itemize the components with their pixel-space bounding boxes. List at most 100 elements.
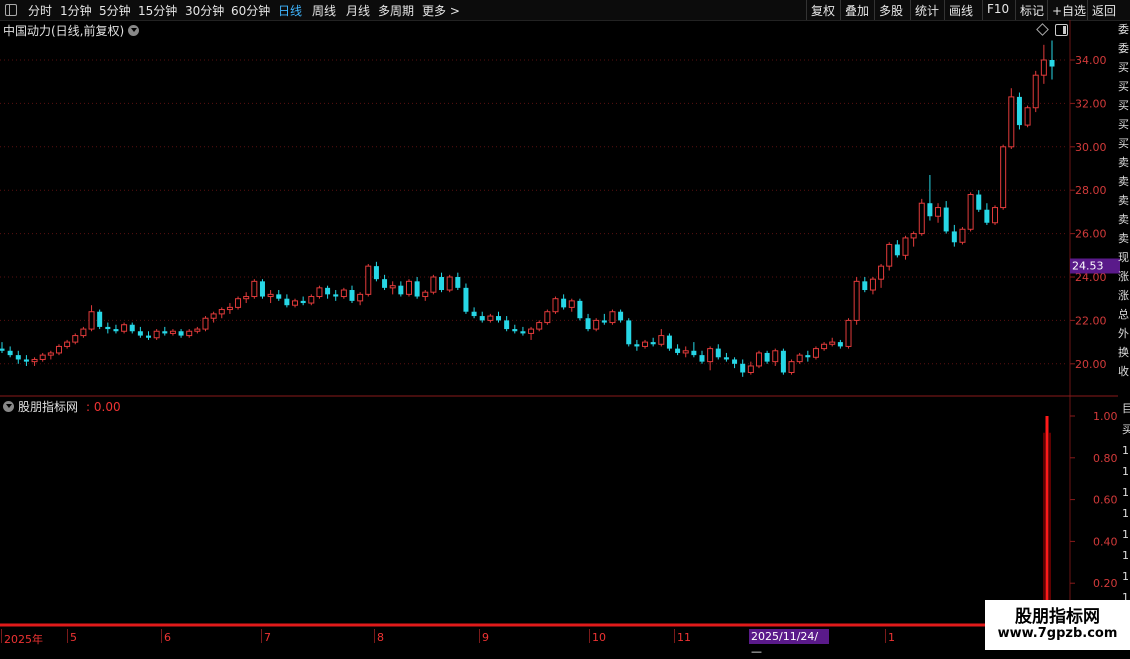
cursor-date-badge: 2025/11/24/— (749, 629, 829, 658)
toolbar-button[interactable]: 返回 (1092, 2, 1116, 19)
date-label: 7 (264, 631, 271, 644)
candle-body (455, 277, 461, 288)
toolbar-button[interactable]: 多股 (879, 2, 903, 19)
candle-body (984, 209, 990, 223)
candle-body (845, 319, 852, 347)
quote-field-label: 委 (1118, 23, 1129, 36)
toolbar-button[interactable]: 统计 (915, 2, 939, 19)
toolbar-button[interactable]: 叠加 (845, 2, 869, 19)
quote-field-label: 目 (1122, 402, 1130, 415)
period-tab[interactable]: 多周期 (378, 2, 414, 19)
quote-field-label: 换 (1118, 346, 1129, 359)
candle-body (780, 350, 786, 373)
candle-body (504, 320, 510, 330)
period-tab[interactable]: 月线 (346, 2, 370, 19)
candle-body (634, 344, 640, 347)
candle-body (1016, 96, 1022, 126)
candle-body (788, 361, 795, 373)
toolbar-button[interactable]: +自选 (1052, 2, 1086, 19)
toolbar-divider (982, 0, 983, 20)
candle-body (755, 352, 762, 367)
main-chart-title[interactable]: 中国动力(日线,前复权) (3, 22, 140, 39)
y-tick-label: 34.00 (1075, 54, 1107, 67)
candle-body (593, 319, 600, 330)
y-tick-label: 22.00 (1075, 314, 1107, 327)
candle-body (976, 194, 982, 210)
candle-body (699, 355, 705, 362)
quote-field-label: 卖 (1118, 175, 1129, 188)
candle-body (1032, 74, 1039, 109)
candle-body (55, 345, 62, 354)
chart-area[interactable]: 34.0032.0030.0028.0026.0024.0022.0020.00… (0, 20, 1130, 629)
chevron-down-icon[interactable] (3, 401, 14, 412)
quote-field-label: 买 (1118, 80, 1129, 93)
date-tick-mark (674, 629, 675, 643)
candle-body (642, 341, 649, 347)
candle-body (325, 287, 331, 295)
candle-body (918, 202, 925, 235)
period-tab[interactable]: 30分钟 (185, 2, 224, 19)
candle-body (430, 276, 437, 293)
period-tab[interactable]: 分时 (28, 2, 52, 19)
indicator-title[interactable]: 股朋指标网: 0.00 (3, 398, 121, 415)
quote-field-label: 收 (1118, 365, 1129, 378)
date-tick-mark (67, 629, 68, 643)
sub-y-tick-label: 0.20 (1093, 577, 1118, 590)
period-tab[interactable]: 更多 > (422, 2, 460, 19)
candle-body (349, 290, 355, 301)
candle-body (121, 324, 128, 332)
period-tab[interactable]: 1分钟 (60, 2, 92, 19)
candle-body (300, 300, 306, 304)
candle-body (15, 355, 21, 360)
candle-body (405, 280, 412, 295)
candle-body (927, 203, 933, 217)
chevron-down-icon[interactable] (128, 25, 140, 36)
candle-body (568, 300, 575, 308)
candle-body (39, 354, 46, 360)
period-tab[interactable]: 15分钟 (138, 2, 177, 19)
candle-body (259, 281, 265, 297)
candle-body (544, 311, 551, 324)
candle-body (146, 335, 152, 338)
layout-toggle-icon[interactable] (5, 4, 17, 16)
candle-body (935, 207, 942, 217)
candle-body (707, 348, 714, 363)
quote-field-label: 卖 (1118, 232, 1129, 245)
candle-body (186, 330, 193, 337)
sub-y-tick-label: 0.40 (1093, 535, 1118, 548)
period-tab[interactable]: 5分钟 (99, 2, 131, 19)
toolbar-button[interactable]: 复权 (811, 2, 835, 19)
toolbar-button[interactable]: 标记 (1020, 2, 1044, 19)
quote-field-label: 买 (1118, 137, 1129, 150)
candle-body (764, 352, 770, 362)
candle-body (308, 296, 315, 304)
period-tab[interactable]: 日线 (278, 2, 302, 19)
toolbar-button[interactable]: F10 (987, 2, 1009, 16)
panel-toggle-icon[interactable] (1055, 24, 1068, 36)
candle-body (902, 237, 909, 256)
candle-body (7, 350, 13, 356)
candle-body (72, 335, 79, 343)
candle-body (105, 326, 111, 330)
candle-body (812, 348, 819, 358)
date-tick-mark (589, 629, 590, 643)
indicator-value: : 0.00 (86, 400, 121, 414)
candle-body (682, 350, 689, 354)
candle-body (1049, 60, 1055, 67)
candle-body (267, 293, 274, 298)
candle-body (153, 330, 160, 339)
period-tab[interactable]: 60分钟 (231, 2, 270, 19)
period-tab[interactable]: 周线 (312, 2, 336, 19)
candle-body (862, 281, 868, 291)
candle-body (422, 291, 429, 298)
candle-body (23, 359, 29, 362)
toolbar-button[interactable]: 画线 (949, 2, 973, 19)
candle-body (821, 343, 828, 350)
quote-field-label: 涨 (1118, 289, 1129, 302)
toolbar-divider (1015, 0, 1016, 20)
y-tick-label: 30.00 (1075, 141, 1107, 154)
sub-y-tick-label: 0.80 (1093, 452, 1118, 465)
candle-body (1024, 107, 1031, 126)
candle-body (365, 265, 372, 295)
date-label: 8 (377, 631, 384, 644)
